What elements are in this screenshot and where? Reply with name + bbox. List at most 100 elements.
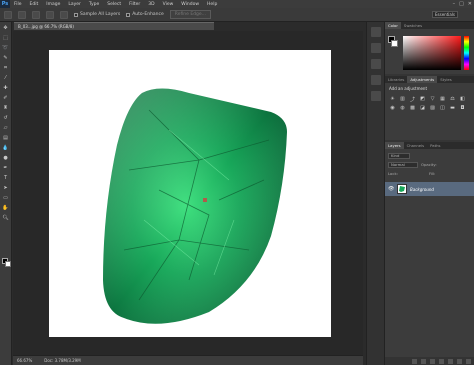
brush-icon[interactable]: ✐ (2, 94, 10, 101)
trash-icon[interactable] (466, 358, 471, 364)
refine-edge-button[interactable]: Refine Edge... (169, 10, 211, 19)
invert-icon[interactable]: ◪ (419, 105, 426, 111)
status-bar: 66.67% Doc: 3.78M/3.29M (13, 355, 363, 365)
eyedropper-icon[interactable]: ⁄ (2, 74, 10, 81)
vibrance-icon[interactable]: ▽ (429, 96, 436, 102)
menu-edit[interactable]: Edit (26, 2, 43, 7)
layer-thumbnail (397, 184, 407, 194)
character-icon[interactable] (370, 59, 381, 69)
workspace-select[interactable]: Essentials (432, 11, 458, 18)
document-canvas[interactable] (49, 50, 331, 337)
brightness-icon[interactable]: ☀ (389, 96, 396, 102)
menu-layer[interactable]: Layer (64, 2, 85, 7)
type-icon[interactable]: T (2, 174, 10, 181)
sample-all-layers-checkbox[interactable]: Sample All Layers (74, 12, 120, 17)
move-icon[interactable]: ✥ (2, 24, 10, 31)
color-picker-field[interactable] (403, 36, 461, 70)
tab-layers[interactable]: Layers (385, 142, 404, 149)
color-balance-icon[interactable]: ⚖ (449, 96, 456, 102)
paragraph-icon[interactable] (370, 75, 381, 85)
color-lookup-icon[interactable]: ▩ (409, 105, 416, 111)
add-to-selection-button[interactable] (32, 10, 40, 19)
new-selection-button[interactable] (18, 10, 26, 19)
curves-icon[interactable]: ⤴ (409, 96, 416, 103)
menu-view[interactable]: View (159, 2, 178, 7)
path-select-icon[interactable]: ➤ (2, 184, 10, 191)
document-tab[interactable]: B_03...jpg @ 66.7% (RGB/8) (14, 22, 214, 30)
zoom-level[interactable]: 66.67% (17, 358, 32, 363)
tab-paths[interactable]: Paths (427, 142, 443, 149)
blur-icon[interactable]: 💧 (2, 144, 10, 151)
new-group-icon[interactable] (448, 358, 453, 364)
menu-type[interactable]: Type (85, 2, 103, 7)
layer-name: Background (410, 186, 434, 192)
crop-icon[interactable]: ⌗ (2, 64, 10, 71)
hue-slider[interactable] (464, 36, 469, 70)
exposure-icon[interactable]: ◩ (419, 96, 426, 102)
fx-icon[interactable] (421, 358, 426, 364)
healing-icon[interactable]: ✚ (2, 84, 10, 91)
subtract-selection-button[interactable] (46, 10, 54, 19)
shape-icon[interactable]: ▭ (2, 194, 10, 201)
menu-file[interactable]: File (10, 2, 26, 7)
properties-icon[interactable] (370, 43, 381, 53)
blend-mode-select[interactable]: Normal (388, 161, 418, 168)
tab-swatches[interactable]: Swatches (401, 22, 425, 29)
color-panel: Color Swatches (385, 22, 474, 74)
checkbox-box (126, 12, 131, 17)
filter-row: Kind (388, 152, 472, 159)
adjustments-panel: Libraries Adjustments Styles Add an adju… (385, 76, 474, 140)
mask-icon[interactable] (430, 358, 435, 364)
history-icon[interactable] (370, 27, 381, 37)
tab-adjustments[interactable]: Adjustments (407, 76, 438, 83)
menu-filter[interactable]: Filter (125, 2, 144, 7)
eraser-icon[interactable]: ▱ (2, 124, 10, 131)
dodge-icon[interactable]: ● (2, 154, 10, 161)
auto-enhance-checkbox[interactable]: Auto-Enhance (126, 12, 164, 17)
tab-styles[interactable]: Styles (437, 76, 455, 83)
menu-select[interactable]: Select (103, 2, 125, 7)
close-button[interactable]: ✕ (468, 1, 472, 7)
layers-bottom-bar (385, 357, 474, 365)
levels-icon[interactable]: ▥ (399, 96, 406, 102)
photo-filter-icon[interactable]: ◉ (389, 105, 396, 111)
tab-color[interactable]: Color (385, 22, 401, 29)
new-fill-layer-icon[interactable] (439, 358, 444, 364)
menu-help[interactable]: Help (203, 2, 221, 7)
hand-icon[interactable]: ✋ (2, 204, 10, 211)
layer-row-background[interactable]: 👁︎ Background (385, 182, 474, 196)
kind-filter-select[interactable]: Kind (388, 152, 410, 159)
minimize-button[interactable]: – (453, 1, 456, 7)
posterize-icon[interactable]: ▨ (429, 105, 436, 111)
menu-3d[interactable]: 3D (144, 2, 158, 7)
history-brush-icon[interactable]: ↺ (2, 114, 10, 121)
visibility-eye-icon[interactable]: 👁︎ (388, 186, 394, 192)
new-layer-icon[interactable] (457, 358, 462, 364)
tab-channels[interactable]: Channels (404, 142, 428, 149)
maximize-button[interactable]: □ (459, 1, 464, 7)
menu-image[interactable]: Image (42, 2, 64, 7)
zoom-icon[interactable]: 🔍︎ (2, 214, 10, 221)
selective-color-icon[interactable]: ◘ (459, 105, 466, 111)
tool-preset-button[interactable] (4, 10, 12, 19)
channel-mixer-icon[interactable]: ◍ (399, 105, 406, 111)
clone-stamp-icon[interactable]: ♜ (2, 104, 10, 111)
panel-background-swatch[interactable] (391, 40, 398, 47)
hue-saturation-icon[interactable]: ▦ (439, 96, 446, 102)
background-color-swatch[interactable] (5, 261, 11, 267)
quick-select-icon[interactable]: ✎ (2, 54, 10, 61)
tab-libraries[interactable]: Libraries (385, 76, 407, 83)
gradient-map-icon[interactable]: ▬ (449, 105, 456, 111)
gradient-icon[interactable]: ▤ (2, 134, 10, 141)
link-layers-icon[interactable] (412, 358, 417, 364)
adjustments-grid: ☀ ▥ ⤴ ◩ ▽ ▦ ⚖ ◧ ◉ ◍ ▩ ◪ ▨ ◫ ▬ ◘ (385, 94, 474, 113)
photoshop-logo: Ps (0, 0, 10, 8)
threshold-icon[interactable]: ◫ (439, 105, 446, 111)
black-white-icon[interactable]: ◧ (459, 96, 466, 102)
brush-presets-icon[interactable] (370, 91, 381, 101)
lasso-icon[interactable]: ➰ (2, 44, 10, 51)
pen-icon[interactable]: ✒ (2, 164, 10, 171)
marquee-icon[interactable]: ⬚ (2, 34, 10, 41)
menu-window[interactable]: Window (177, 2, 203, 7)
brush-size-button[interactable] (60, 10, 68, 19)
